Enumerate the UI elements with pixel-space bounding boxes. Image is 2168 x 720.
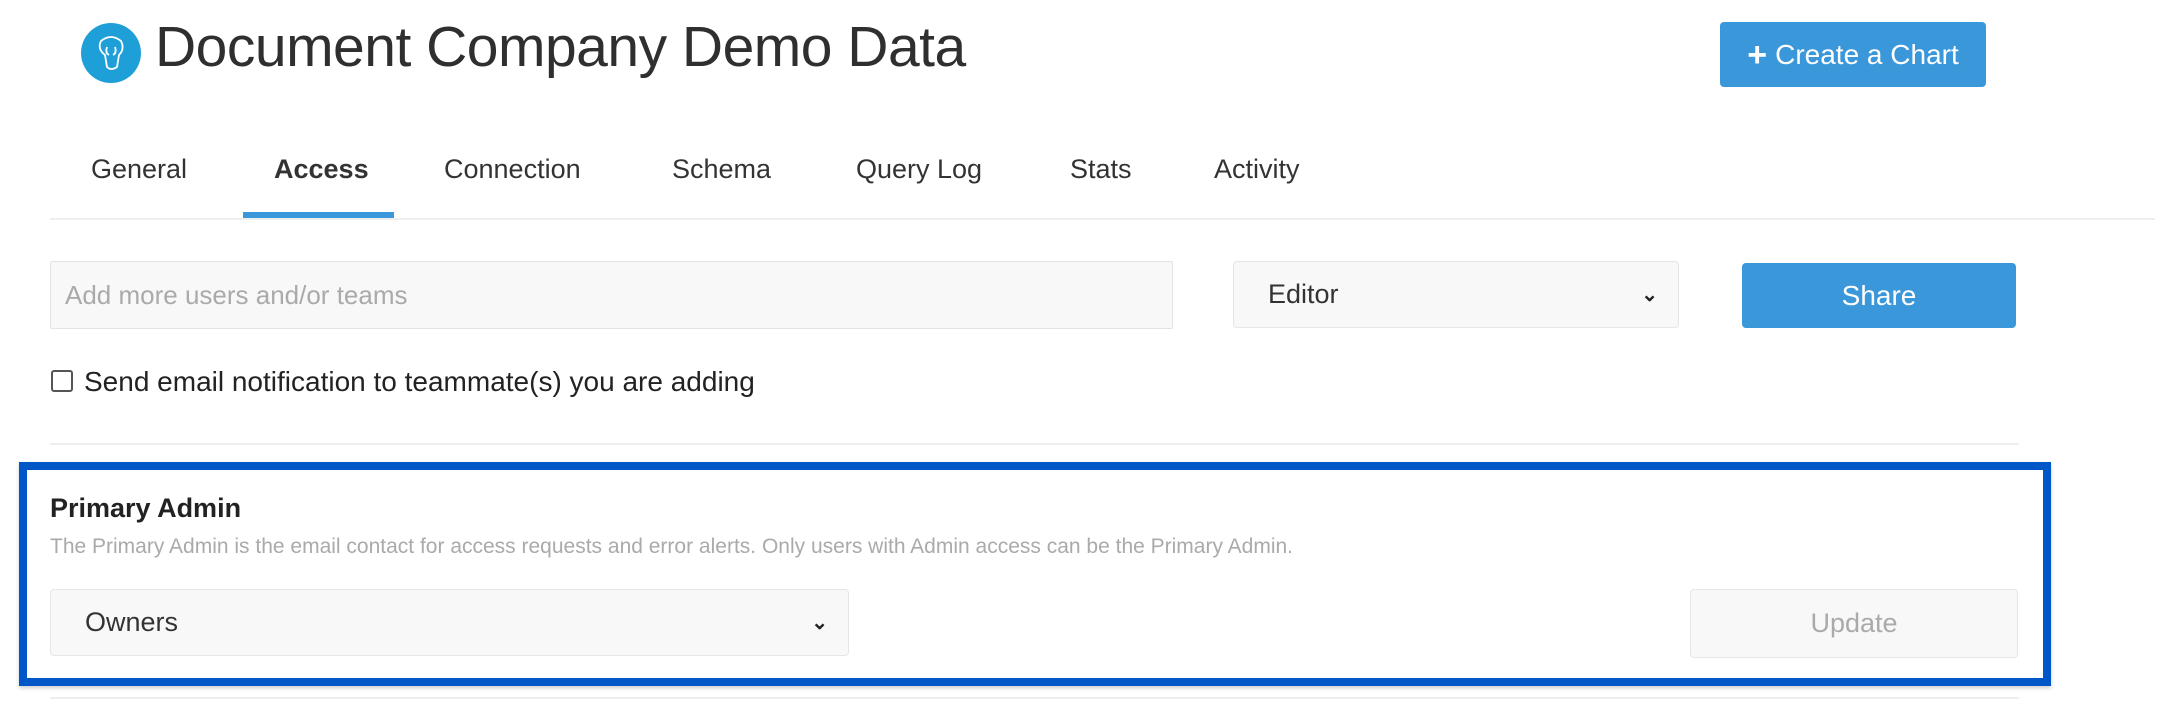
tab-activity[interactable]: Activity	[1214, 154, 1300, 185]
tab-divider	[50, 218, 2155, 220]
create-chart-label: Create a Chart	[1775, 38, 1959, 70]
share-button[interactable]: Share	[1742, 263, 2016, 328]
chevron-down-icon: ⌄	[811, 612, 828, 634]
update-button[interactable]: Update	[1690, 589, 2018, 658]
section-divider	[50, 443, 2019, 445]
tab-stats[interactable]: Stats	[1070, 154, 1132, 185]
create-chart-button[interactable]: + Create a Chart	[1720, 22, 1986, 87]
role-select-value: Editor	[1268, 279, 1339, 309]
section-divider	[50, 697, 2019, 699]
postgresql-logo-icon	[81, 23, 141, 83]
tab-query-log[interactable]: Query Log	[856, 154, 982, 185]
add-users-input[interactable]	[50, 261, 1173, 329]
notify-checkbox[interactable]	[51, 370, 73, 392]
primary-admin-select[interactable]: Owners ⌄	[50, 589, 849, 656]
tab-schema[interactable]: Schema	[672, 154, 771, 185]
notify-label[interactable]: Send email notification to teammate(s) y…	[84, 366, 755, 398]
tab-access[interactable]: Access	[274, 154, 369, 185]
plus-icon: +	[1747, 35, 1768, 74]
tab-connection[interactable]: Connection	[444, 154, 581, 185]
chevron-down-icon: ⌄	[1641, 284, 1658, 306]
page-title: Document Company Demo Data	[155, 15, 966, 79]
role-select[interactable]: Editor ⌄	[1233, 261, 1679, 328]
primary-admin-select-value: Owners	[85, 607, 179, 637]
tab-general[interactable]: General	[91, 154, 187, 185]
primary-admin-title: Primary Admin	[50, 493, 242, 523]
primary-admin-description: The Primary Admin is the email contact f…	[50, 535, 1293, 558]
